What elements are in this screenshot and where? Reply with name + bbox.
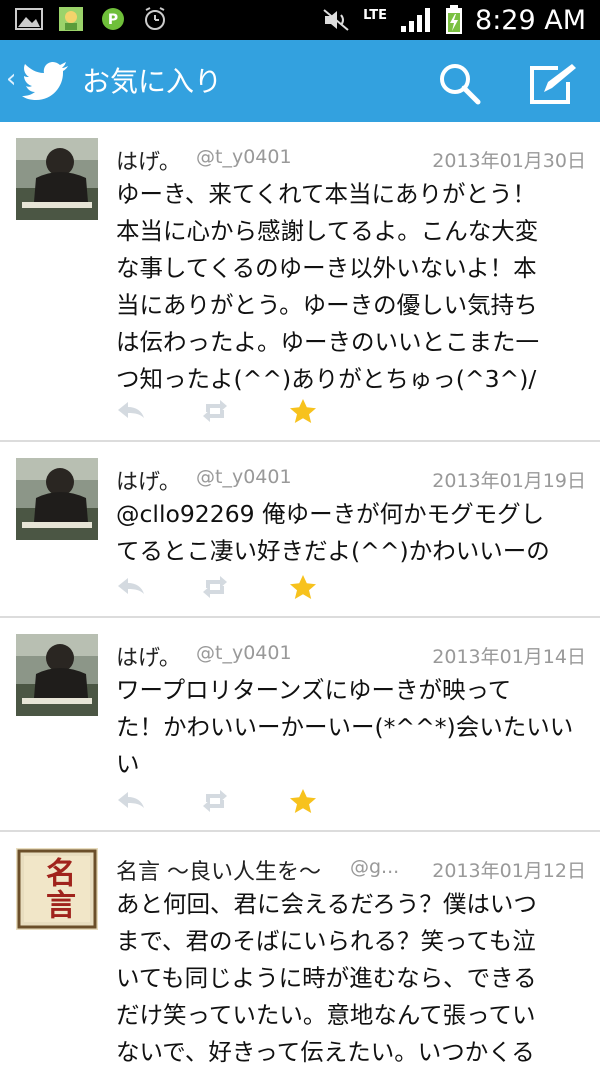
tweet-line: ゆーき、来てくれて本当にありがとう！ xyxy=(116,180,536,208)
action-bar: ‹ お気に入り xyxy=(0,40,600,122)
author-name[interactable]: はげ。 xyxy=(116,144,181,176)
favorite-star-icon[interactable] xyxy=(288,574,318,600)
favorite-star-icon[interactable] xyxy=(288,398,318,424)
author-handle[interactable]: @t_y0401 xyxy=(196,146,292,168)
tweet-line: あと何回、君に会えるだろう？僕はいつ xyxy=(116,890,537,918)
tweet-date: 2013年01月12日 xyxy=(432,860,586,882)
svg-text:P: P xyxy=(108,12,118,28)
tweet-line: い xyxy=(116,750,140,778)
avatar-text: 名言 xyxy=(40,857,75,921)
tweet-text: ワープロリターンズにゆーきが映って た！かわいいーかーいー(*^^*)会いたいい… xyxy=(116,672,586,783)
tweet-date: 2013年01月19日 xyxy=(432,470,586,492)
tweet-date: 2013年01月14日 xyxy=(432,646,586,668)
reply-icon[interactable] xyxy=(116,398,146,424)
network-type-label: LTE xyxy=(363,7,388,23)
favorite-star-icon[interactable] xyxy=(288,788,318,814)
retweet-icon[interactable] xyxy=(200,574,230,600)
tweet-line: ワープロリターンズにゆーきが映って xyxy=(116,676,512,704)
tweet-line: てるとこ凄い好きだよ(^^)かわいいーの xyxy=(116,537,550,565)
notification-icons: P xyxy=(14,6,170,32)
reply-icon[interactable] xyxy=(116,574,146,600)
twitter-bird-icon[interactable] xyxy=(22,60,70,100)
tweet-line: た！かわいいーかーいー(*^^*)会いたいい xyxy=(116,713,574,741)
author-name[interactable]: はげ。 xyxy=(116,640,181,672)
tweet-line: つ知ったよ(^^)ありがとちゅっ(^3^)/ xyxy=(116,365,537,393)
search-icon[interactable] xyxy=(438,62,482,106)
reply-icon[interactable] xyxy=(116,788,146,814)
tweet-text: ゆーき、来てくれて本当にありがとう！ 本当に心から感謝してるよ。こんな大変 な事… xyxy=(116,176,586,398)
status-time: 8:29 AM xyxy=(475,4,586,36)
tweet-line: ないで、好きって伝えたい。いつかくる xyxy=(116,1038,535,1066)
tweet-line: 本当に心から感謝してるよ。こんな大変 xyxy=(116,217,539,245)
author-handle[interactable]: @g... xyxy=(350,856,399,878)
tweet-line: な事してくるのゆーき以外いないよ！本 xyxy=(116,254,537,282)
retweet-icon[interactable] xyxy=(200,398,230,424)
tweet-actions xyxy=(116,398,336,428)
tweet-line: は伝わったよ。ゆーきのいいとこまた一 xyxy=(116,328,539,356)
page-title: お気に入り xyxy=(82,65,223,98)
tweet-item[interactable]: はげ。 @t_y0401 2013年01月19日 @cllo92269 俺ゆーき… xyxy=(0,442,600,618)
battery-charging-icon xyxy=(446,5,463,34)
user-avatar[interactable] xyxy=(16,634,98,716)
parking-app-icon: P xyxy=(102,8,124,30)
tweet-date: 2013年01月30日 xyxy=(432,150,586,172)
tweet-line: @cllo92269 俺ゆーきが何かモグモグし xyxy=(116,500,545,528)
signal-strength-icon xyxy=(401,8,431,32)
retweet-icon[interactable] xyxy=(200,788,230,814)
author-name[interactable]: はげ。 xyxy=(116,464,181,496)
tweet-item[interactable]: 名言 名言 〜良い人生を〜 @g... 2013年01月12日 あと何回、君に会… xyxy=(0,832,600,1066)
tweet-item[interactable]: はげ。 @t_y0401 2013年01月30日 ゆーき、来てくれて本当にありが… xyxy=(0,122,600,442)
user-avatar[interactable] xyxy=(16,138,98,220)
tweet-line: まで、君のそばにいられる？笑っても泣 xyxy=(116,927,536,955)
compose-icon[interactable] xyxy=(528,62,578,106)
user-avatar[interactable] xyxy=(16,458,98,540)
status-bar: P LTE 8:29 AM xyxy=(0,0,600,40)
tweet-actions xyxy=(116,788,336,818)
tweet-text: あと何回、君に会えるだろう？僕はいつ まで、君のそばにいられる？笑っても泣 いて… xyxy=(116,886,586,1066)
user-avatar[interactable]: 名言 xyxy=(16,848,98,930)
tweet-line: だけ笑っていたい。意地なんて張ってい xyxy=(116,1001,536,1029)
back-chevron-icon[interactable]: ‹ xyxy=(6,64,16,94)
alarm-icon xyxy=(145,7,165,30)
gallery-icon xyxy=(15,8,43,30)
app-avatar-icon xyxy=(59,7,83,31)
author-handle[interactable]: @t_y0401 xyxy=(196,466,292,488)
tweet-line: いても同じように時が進むなら、できる xyxy=(116,964,537,992)
tweet-item[interactable]: はげ。 @t_y0401 2013年01月14日 ワープロリターンズにゆーきが映… xyxy=(0,618,600,832)
tweet-actions xyxy=(116,574,336,604)
tweet-line: 当にありがとう。ゆーきの優しい気持ち xyxy=(116,291,538,319)
author-handle[interactable]: @t_y0401 xyxy=(196,642,292,664)
author-name[interactable]: 名言 〜良い人生を〜 xyxy=(116,854,321,886)
mute-icon xyxy=(323,9,349,31)
tweet-text: @cllo92269 俺ゆーきが何かモグモグし てるとこ凄い好きだよ(^^)かわ… xyxy=(116,496,586,570)
